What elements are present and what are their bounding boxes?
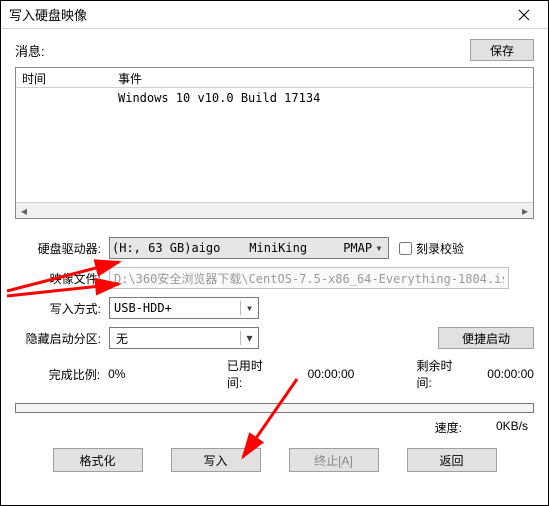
- remain-value: 00:00:00: [487, 367, 534, 381]
- speed-value: 0KB/s: [496, 419, 528, 436]
- log-body: Windows 10 v10.0 Build 17134: [16, 88, 533, 202]
- back-button[interactable]: 返回: [407, 448, 497, 472]
- burn-verify-checkbox[interactable]: 刻录校验: [399, 240, 464, 257]
- scroll-right-icon: ▸: [517, 204, 533, 218]
- chevron-down-icon: ▾: [372, 241, 386, 255]
- log-box: 时间 事件 Windows 10 v10.0 Build 17134 ◂ ▸: [15, 67, 534, 219]
- save-button[interactable]: 保存: [470, 39, 534, 61]
- burn-verify-input[interactable]: [399, 242, 412, 255]
- scroll-left-icon: ◂: [16, 204, 32, 218]
- horizontal-scrollbar[interactable]: ◂ ▸: [16, 202, 533, 218]
- elapsed-label: 已用时间:: [227, 357, 278, 391]
- remain-label: 剩余时间:: [416, 357, 467, 391]
- log-col-event: 事件: [112, 68, 533, 87]
- write-mode-select[interactable]: USB-HDD+ ▾: [109, 297, 259, 319]
- info-label: 消息:: [15, 41, 45, 60]
- close-button[interactable]: [508, 6, 540, 24]
- chevron-down-icon: ▾: [240, 331, 258, 345]
- hide-label: 隐藏启动分区:: [15, 330, 109, 347]
- log-header: 时间 事件: [16, 68, 533, 88]
- format-button[interactable]: 格式化: [53, 448, 143, 472]
- image-label: 映像文件:: [15, 270, 109, 287]
- drive-select[interactable]: (H:, 63 GB)aigo MiniKing PMAP ▾: [109, 237, 389, 259]
- complete-label: 完成比例:: [15, 366, 108, 383]
- speed-label: 速度:: [435, 419, 462, 436]
- write-button[interactable]: 写入: [171, 448, 261, 472]
- quick-boot-button[interactable]: 便捷启动: [438, 327, 534, 349]
- drive-label: 硬盘驱动器:: [15, 240, 109, 257]
- close-icon: [518, 9, 530, 21]
- titlebar: 写入硬盘映像: [1, 1, 548, 29]
- progress-bar: [15, 403, 534, 413]
- image-file-input[interactable]: [109, 267, 509, 289]
- complete-value: 0%: [108, 367, 227, 381]
- abort-button[interactable]: 终止[A]: [289, 448, 379, 472]
- mode-label: 写入方式:: [15, 300, 109, 317]
- hide-partition-select[interactable]: 无 ▾: [109, 327, 259, 349]
- window-title: 写入硬盘映像: [9, 5, 508, 24]
- log-col-time: 时间: [16, 68, 112, 87]
- log-row: Windows 10 v10.0 Build 17134: [16, 90, 533, 106]
- speed-row: 速度: 0KB/s: [15, 419, 534, 436]
- elapsed-value: 00:00:00: [308, 367, 417, 381]
- chevron-down-icon: ▾: [240, 301, 258, 315]
- status-row: 完成比例: 0% 已用时间: 00:00:00 剩余时间: 00:00:00: [15, 357, 534, 391]
- write-disk-image-dialog: 写入硬盘映像 消息: 保存 时间 事件 Windows 10 v10.0 Bui…: [0, 0, 549, 506]
